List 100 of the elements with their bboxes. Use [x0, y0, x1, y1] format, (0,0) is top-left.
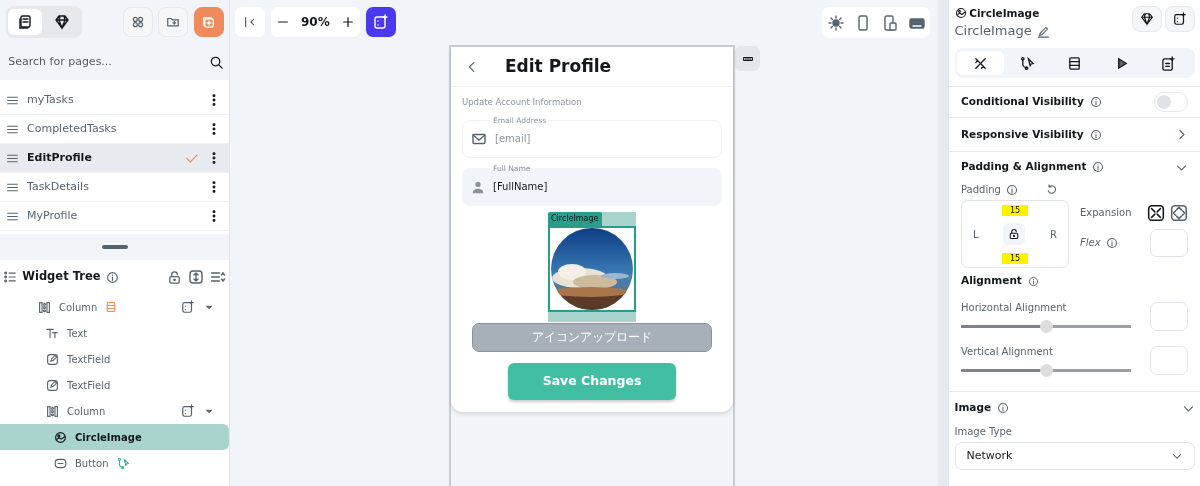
padding-editor[interactable]: 15 L R 15 [961, 199, 1069, 268]
padding-label: L [973, 227, 979, 242]
lock-icon[interactable] [1008, 228, 1021, 241]
add-file-icon [1160, 55, 1176, 71]
field-label: Image Type [954, 425, 1013, 439]
action-flow-icon [1020, 55, 1036, 71]
tree-item[interactable]: Column [0, 398, 229, 424]
field-value: [FullName] [493, 180, 548, 195]
expand-icon[interactable] [187, 269, 204, 285]
lock-icon[interactable] [167, 269, 183, 285]
button-icon [54, 456, 67, 470]
section-title: Responsive Visibility [961, 126, 1084, 142]
add-widget-button[interactable] [1164, 5, 1195, 32]
resize-handle[interactable] [101, 245, 128, 249]
slider-thumb[interactable] [1040, 364, 1053, 378]
zoom-in-icon[interactable] [340, 15, 355, 29]
field-value: [email] [495, 132, 531, 147]
column-icon [38, 300, 51, 314]
edit-icon [46, 378, 59, 392]
section-title: Alignment [961, 273, 1022, 289]
section-title: Padding & Alignment [961, 159, 1087, 175]
info-icon [1006, 183, 1019, 196]
dropdown[interactable]: Network [954, 441, 1195, 470]
tree-item[interactable]: Text [0, 320, 229, 346]
widget-type: CircleImage [969, 5, 1040, 21]
diamond-icon [54, 14, 70, 30]
grid-icon [130, 15, 145, 29]
info-icon [1106, 236, 1119, 249]
info-icon [997, 402, 1010, 414]
padding-label: R [1050, 227, 1057, 242]
style-tab[interactable] [957, 50, 1005, 76]
field-label: Expansion [1080, 206, 1132, 221]
list-icon [2, 270, 17, 284]
tree-item[interactable]: TextField [0, 372, 229, 398]
diamond-icon [1139, 11, 1154, 26]
expansion-icon[interactable] [1146, 203, 1165, 222]
tree-item[interactable]: CircleImage [0, 424, 229, 450]
widget-tag: CircleImage [548, 211, 602, 226]
sort-icon[interactable] [209, 269, 227, 285]
info-icon [1027, 275, 1039, 287]
padding-value: 15 [1001, 204, 1029, 216]
check-icon [185, 151, 199, 165]
section-title: Image [954, 400, 992, 416]
style-icon [973, 55, 989, 71]
page-list-item[interactable]: TaskDetails [0, 173, 229, 202]
add-widget-icon[interactable] [181, 300, 195, 314]
add-widget-icon [1172, 11, 1187, 26]
add-widget-icon [372, 14, 389, 30]
field-label: Flex [1080, 236, 1101, 250]
image-icon [54, 430, 67, 444]
page-list-item[interactable]: myTasks [0, 86, 229, 115]
padding-value: 15 [1001, 252, 1029, 264]
info-icon [1089, 128, 1102, 141]
database-icon [1067, 55, 1082, 71]
field-label: Padding [961, 183, 1001, 197]
search-input[interactable]: Search for pages... [5, 51, 209, 73]
panel-title: Widget Tree [22, 268, 101, 286]
field-label: Vertical Alignment [961, 344, 1054, 359]
person-icon [471, 179, 485, 194]
toggle-switch[interactable] [1154, 92, 1188, 112]
reset-icon[interactable] [1045, 183, 1058, 196]
tree-item[interactable]: Button [0, 450, 229, 476]
add-widget-button[interactable] [365, 7, 396, 37]
section-title: Conditional Visibility [961, 94, 1084, 110]
text-icon [46, 326, 59, 340]
grid-button[interactable] [122, 7, 153, 37]
info-icon [1089, 96, 1102, 108]
image-icon [954, 7, 967, 20]
slider-thumb[interactable] [1040, 320, 1053, 334]
collapse-icon [243, 15, 257, 29]
zoom-level: 90% [301, 14, 330, 31]
folder-icon [166, 15, 180, 29]
layout-button[interactable] [735, 46, 760, 71]
pages-icon [17, 14, 34, 30]
field-label: Horizontal Alignment [961, 300, 1068, 315]
info-icon [106, 270, 119, 284]
search-field[interactable]: Search for pages... [0, 44, 229, 80]
widget-name: CircleImage [954, 22, 1032, 41]
add-page-icon [201, 14, 216, 30]
dropdown-value: Network [966, 447, 1014, 464]
value-field[interactable] [1150, 346, 1188, 375]
search-icon[interactable] [208, 54, 224, 70]
page-list-item[interactable]: MyProfile [0, 202, 229, 231]
edit-icon [46, 352, 59, 366]
tree-item[interactable]: TextField [0, 346, 229, 372]
value-field[interactable] [1150, 302, 1188, 331]
diamond-button[interactable] [1131, 5, 1162, 32]
page-list-item[interactable]: EditProfile [0, 144, 229, 173]
folder-button[interactable] [158, 7, 188, 37]
add-widget-icon[interactable] [181, 404, 195, 418]
flex-field[interactable] [1150, 228, 1188, 257]
info-icon [1092, 161, 1105, 173]
page-title: Edit Profile [505, 54, 612, 78]
edit-icon[interactable] [1037, 24, 1051, 38]
tree-item[interactable]: Column [0, 294, 229, 320]
pages-tab[interactable] [8, 9, 43, 35]
tablet-icon[interactable] [881, 14, 898, 31]
expansion-icon[interactable] [1170, 203, 1188, 222]
theme-toggle-icon[interactable] [827, 14, 844, 31]
column-icon [46, 404, 59, 418]
